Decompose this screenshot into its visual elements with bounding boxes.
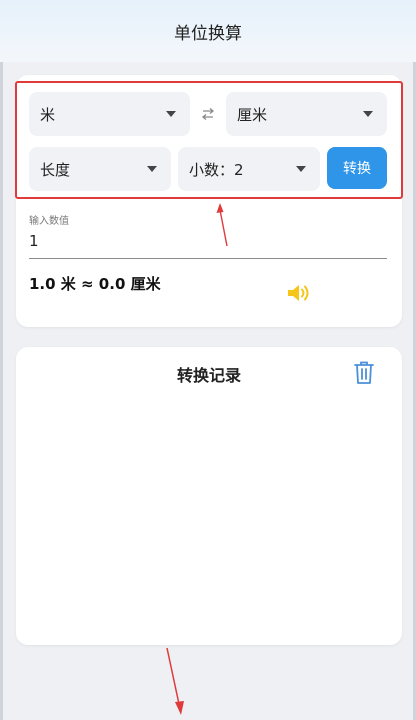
value-input[interactable] [29, 228, 387, 254]
convert-button[interactable]: 转换 [327, 147, 387, 189]
decimals-select[interactable]: 小数：2 [178, 147, 320, 191]
page-title: 单位换算 [174, 23, 242, 44]
left-edge [0, 0, 3, 720]
chevron-down-icon [147, 166, 157, 172]
to-unit-value: 厘米 [237, 105, 268, 124]
chevron-down-icon [296, 166, 306, 172]
result-text: 1.0 米 ≈ 0.0 厘米 [29, 275, 161, 293]
from-unit-select[interactable]: 米 [29, 92, 190, 136]
chevron-down-icon [166, 111, 176, 117]
app-bar: 单位换算 [0, 0, 416, 62]
to-unit-select[interactable]: 厘米 [226, 92, 387, 136]
category-select[interactable]: 长度 [29, 147, 171, 191]
input-underline [29, 258, 387, 259]
history-card [16, 347, 402, 645]
decimals-value: 小数：2 [189, 160, 244, 179]
input-label: 输入数值 [29, 216, 69, 227]
category-value: 长度 [40, 160, 71, 179]
chevron-down-icon [363, 111, 373, 117]
annotation-arrow-down [166, 647, 184, 715]
speaker-icon[interactable] [286, 282, 312, 304]
from-unit-value: 米 [40, 105, 56, 124]
swap-icon[interactable] [198, 104, 218, 124]
history-title: 转换记录 [176, 366, 241, 385]
trash-icon[interactable] [352, 360, 376, 386]
